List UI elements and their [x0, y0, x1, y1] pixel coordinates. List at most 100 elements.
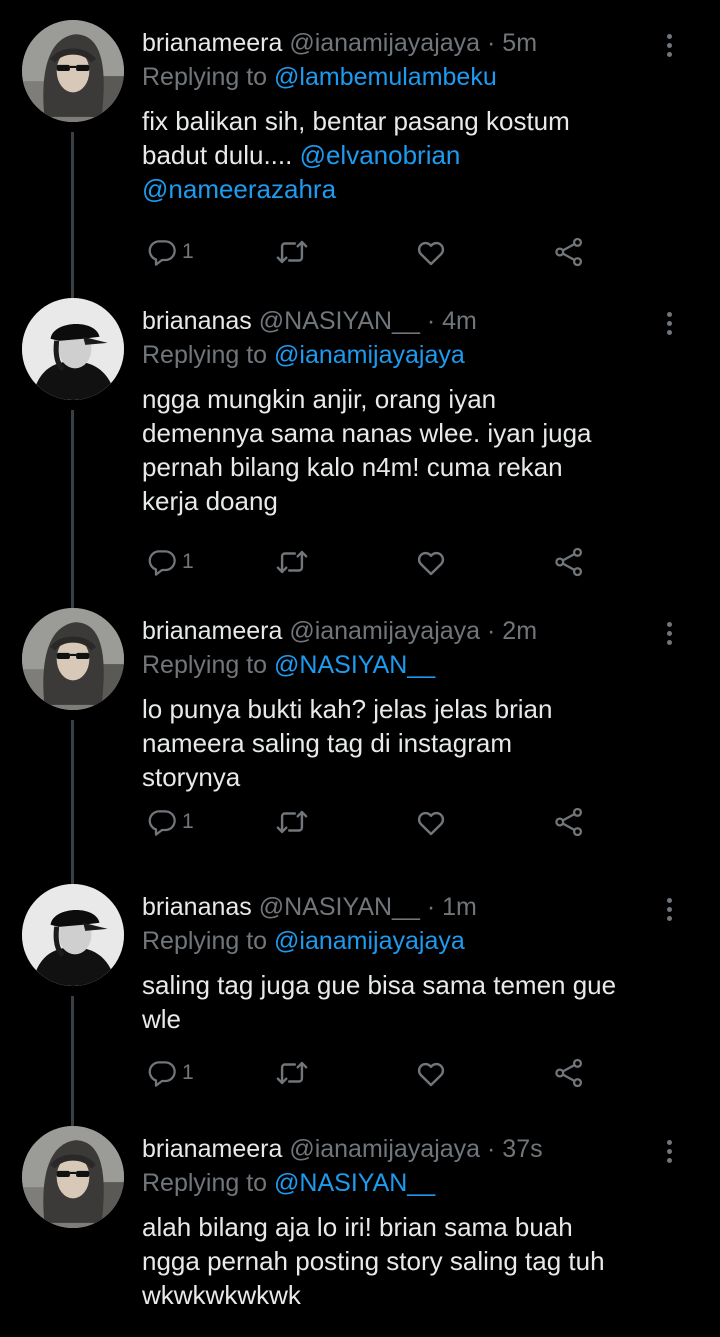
mention-link[interactable]: @elvanobrian — [300, 140, 461, 170]
tweet-header: brianameera @ianamijayajaya · 5m — [142, 26, 700, 60]
tweet-action-bar: 1 — [142, 544, 602, 580]
reply-button[interactable]: 1 — [146, 544, 194, 580]
replying-to-line: Replying to @NASIYAN__ — [142, 1166, 700, 1200]
more-options-icon[interactable] — [662, 312, 676, 342]
replying-to-mention[interactable]: @lambemulambeku — [274, 63, 497, 91]
share-icon — [552, 235, 586, 269]
share-button[interactable] — [552, 804, 586, 840]
reply-icon — [146, 1057, 178, 1089]
reply-icon — [146, 546, 178, 578]
separator-dot: · — [426, 307, 436, 335]
replying-to-mention[interactable]: @NASIYAN__ — [274, 1169, 435, 1197]
tweet-text-line: demennya sama nanas wlee. iyan juga — [142, 416, 700, 450]
separator-dot: · — [487, 1135, 496, 1163]
tweet-text-line: kerja doang — [142, 484, 700, 518]
like-button[interactable] — [414, 804, 448, 840]
retweet-button[interactable] — [275, 544, 309, 580]
author-handle[interactable]: @NASIYAN__ — [259, 893, 420, 921]
retweet-button[interactable] — [275, 804, 309, 840]
text-segment: storynya — [142, 762, 241, 792]
retweet-icon — [275, 545, 309, 579]
text-segment: pernah bilang kalo n4m! cuma rekan — [142, 452, 563, 482]
like-icon — [414, 545, 448, 579]
reply-count: 1 — [182, 550, 194, 573]
timestamp: 1m — [442, 893, 477, 921]
retweet-icon — [275, 1056, 309, 1090]
tweet-text-line: ngga pernah posting story saling tag tuh — [142, 1244, 700, 1278]
author-name[interactable]: brianameera — [142, 29, 282, 57]
text-segment: wle — [142, 1004, 182, 1034]
mention-link[interactable]: @nameerazahra — [142, 174, 336, 204]
reply-button[interactable]: 1 — [146, 804, 194, 840]
tweet-text-line: wkwkwkwkwk — [142, 1278, 700, 1312]
tweet-text-line: saling tag juga gue bisa sama temen gue — [142, 968, 700, 1002]
thread-connector-line — [71, 996, 74, 1126]
tweet-text-line: lo punya bukti kah? jelas jelas brian — [142, 692, 700, 726]
author-handle[interactable]: @ianamijayajaya — [289, 29, 480, 57]
reply-icon — [146, 806, 178, 838]
like-button[interactable] — [414, 234, 448, 270]
share-button[interactable] — [552, 234, 586, 270]
tweet-content: brianameera @ianamijayajaya · 2m Replying… — [142, 614, 700, 794]
avatar[interactable] — [22, 608, 124, 710]
author-name[interactable]: briananas — [142, 307, 252, 335]
text-segment: fix balikan sih, bentar pasang kostum — [142, 106, 570, 136]
avatar[interactable] — [22, 1126, 124, 1228]
replying-to-mention[interactable]: @ianamijayajaya — [274, 927, 465, 955]
tweet-action-bar: 1 — [142, 1055, 602, 1091]
author-name[interactable]: briananas — [142, 893, 252, 921]
text-segment: wkwkwkwkwk — [142, 1280, 301, 1310]
tweet-text: ngga mungkin anjir, orang iyan demennya s… — [142, 382, 700, 518]
like-button[interactable] — [414, 1055, 448, 1091]
retweet-icon — [275, 235, 309, 269]
reply-button[interactable]: 1 — [146, 1055, 194, 1091]
text-segment: alah bilang aja lo iri! brian sama buah — [142, 1212, 573, 1242]
replying-to-label: Replying to — [142, 341, 268, 369]
thread-connector-line — [71, 720, 74, 884]
replying-to-label: Replying to — [142, 927, 268, 955]
author-handle[interactable]: @ianamijayajaya — [289, 1135, 480, 1163]
tweet-text-line: storynya — [142, 760, 700, 794]
tweet-content: brianameera @ianamijayajaya · 37s Replyin… — [142, 1132, 700, 1312]
replying-to-line: Replying to @lambemulambeku — [142, 60, 700, 94]
replying-to-label: Replying to — [142, 651, 268, 679]
tweet-text-line: nameera saling tag di instagram — [142, 726, 700, 760]
retweet-icon — [275, 805, 309, 839]
tweet-text: saling tag juga gue bisa sama temen gue w… — [142, 968, 700, 1036]
tweet-text: fix balikan sih, bentar pasang kostum bad… — [142, 104, 700, 206]
author-name[interactable]: brianameera — [142, 617, 282, 645]
share-button[interactable] — [552, 1055, 586, 1091]
replying-to-mention[interactable]: @ianamijayajaya — [274, 341, 465, 369]
avatar[interactable] — [22, 20, 124, 122]
author-name[interactable]: brianameera — [142, 1135, 282, 1163]
avatar[interactable] — [22, 298, 124, 400]
thread-connector-line — [71, 132, 74, 298]
like-button[interactable] — [414, 544, 448, 580]
retweet-button[interactable] — [275, 1055, 309, 1091]
reply-button[interactable]: 1 — [146, 234, 194, 270]
like-icon — [414, 235, 448, 269]
replying-to-mention[interactable]: @NASIYAN__ — [274, 651, 435, 679]
share-button[interactable] — [552, 544, 586, 580]
text-segment: nameera saling tag di instagram — [142, 728, 512, 758]
more-options-icon[interactable] — [662, 898, 676, 928]
tweet-content: briananas @NASIYAN__ · 4m Replying to @ia… — [142, 304, 700, 518]
more-options-icon[interactable] — [662, 622, 676, 652]
timestamp: 4m — [442, 307, 477, 335]
tweet-action-bar: 1 — [142, 804, 602, 840]
text-segment: lo punya bukti kah? jelas jelas brian — [142, 694, 553, 724]
tweet-text-line: ngga mungkin anjir, orang iyan — [142, 382, 700, 416]
author-handle[interactable]: @ianamijayajaya — [289, 617, 480, 645]
tweet-text-line: @nameerazahra — [142, 172, 700, 206]
more-options-icon[interactable] — [662, 34, 676, 64]
thread-connector-line — [71, 410, 74, 608]
more-options-icon[interactable] — [662, 1140, 676, 1170]
author-handle[interactable]: @NASIYAN__ — [259, 307, 420, 335]
tweet-text: lo punya bukti kah? jelas jelas brian nam… — [142, 692, 700, 794]
tweet-text: alah bilang aja lo iri! brian sama buah n… — [142, 1210, 700, 1312]
tweet-text-line: alah bilang aja lo iri! brian sama buah — [142, 1210, 700, 1244]
retweet-button[interactable] — [275, 234, 309, 270]
avatar[interactable] — [22, 884, 124, 986]
text-segment: ngga mungkin anjir, orang iyan — [142, 384, 497, 414]
replying-to-label: Replying to — [142, 1169, 268, 1197]
